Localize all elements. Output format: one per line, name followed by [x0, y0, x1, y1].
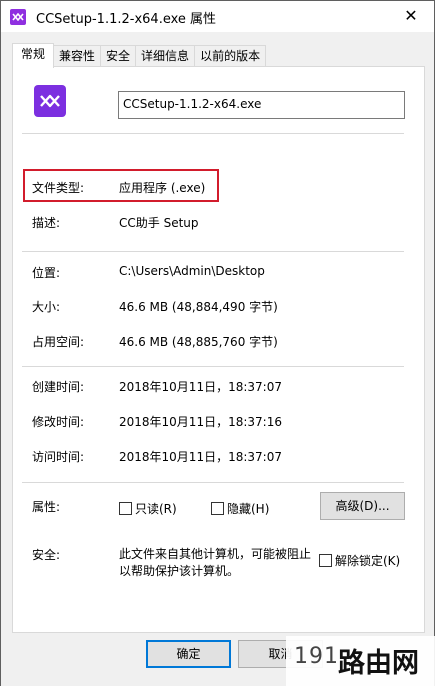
tab-previous-versions[interactable]: 以前的版本 — [194, 45, 267, 67]
security-warning: 此文件来自其他计算机，可能被阻止 以帮助保护该计算机。 — [119, 546, 319, 580]
accessed-value: 2018年10月11日，18:37:07 — [119, 450, 282, 464]
file-type-label: 文件类型: — [32, 181, 85, 195]
file-type-value: 应用程序 (.exe) — [119, 181, 206, 195]
readonly-label: 只读(R) — [135, 502, 177, 516]
security-label: 安全: — [32, 548, 61, 562]
description-label: 描述: — [32, 216, 61, 230]
readonly-checkbox-box[interactable] — [119, 502, 132, 515]
properties-window: CCSetup-1.1.2-x64.exe 属性 ✕ 常规 兼容性 安全 详细信… — [0, 0, 435, 686]
size-value: 46.6 MB (48,884,490 字节) — [119, 300, 278, 314]
tab-strip: 常规 兼容性 安全 详细信息 以前的版本 — [12, 43, 267, 68]
watermark-text: 路由网 — [338, 648, 419, 679]
file-name-input[interactable]: CCSetup-1.1.2-x64.exe — [118, 91, 405, 119]
hidden-label: 隐藏(H) — [227, 502, 270, 516]
readonly-checkbox[interactable]: 只读(R) — [119, 500, 177, 517]
location-label: 位置: — [32, 266, 61, 280]
file-app-icon — [34, 85, 66, 117]
accessed-label: 访问时间: — [32, 450, 85, 464]
size-on-disk-label: 占用空间: — [32, 335, 85, 349]
divider — [22, 482, 404, 483]
divider — [22, 133, 404, 134]
unblock-checkbox-box[interactable] — [319, 554, 332, 567]
app-icon — [10, 9, 26, 25]
window-title: CCSetup-1.1.2-x64.exe 属性 — [36, 12, 217, 27]
tab-security[interactable]: 安全 — [100, 45, 137, 67]
watermark-number: 191 — [294, 644, 339, 669]
hidden-checkbox[interactable]: 隐藏(H) — [211, 500, 269, 517]
divider — [22, 251, 404, 252]
tab-compatibility[interactable]: 兼容性 — [53, 45, 102, 67]
advanced-button[interactable]: 高级(D)... — [320, 492, 405, 520]
hidden-checkbox-box[interactable] — [211, 502, 224, 515]
size-label: 大小: — [32, 300, 61, 314]
description-value: CC助手 Setup — [119, 216, 199, 230]
security-warning-line2: 以帮助保护该计算机。 — [119, 564, 240, 578]
watermark: 191 路由网 — [286, 636, 435, 686]
divider — [22, 366, 404, 367]
unblock-label: 解除锁定(K) — [335, 554, 401, 568]
close-icon[interactable]: ✕ — [398, 4, 424, 28]
tab-general[interactable]: 常规 — [12, 43, 55, 68]
dialog-body: 常规 兼容性 安全 详细信息 以前的版本 CCSetup-1.1.2-x64.e… — [1, 32, 434, 686]
tab-details[interactable]: 详细信息 — [135, 45, 196, 67]
created-label: 创建时间: — [32, 380, 85, 394]
size-on-disk-value: 46.6 MB (48,885,760 字节) — [119, 335, 278, 349]
title-bar: CCSetup-1.1.2-x64.exe 属性 ✕ — [1, 1, 434, 32]
attributes-label: 属性: — [32, 500, 61, 514]
created-value: 2018年10月11日，18:37:07 — [119, 380, 282, 394]
modified-value: 2018年10月11日，18:37:16 — [119, 415, 282, 429]
ok-button[interactable]: 确定 — [146, 640, 231, 668]
unblock-checkbox[interactable]: 解除锁定(K) — [319, 552, 400, 569]
general-panel: CCSetup-1.1.2-x64.exe 文件类型: 应用程序 (.exe) … — [12, 66, 425, 633]
location-value: C:\Users\Admin\Desktop — [119, 264, 265, 278]
modified-label: 修改时间: — [32, 415, 85, 429]
security-warning-line1: 此文件来自其他计算机，可能被阻止 — [119, 547, 312, 561]
